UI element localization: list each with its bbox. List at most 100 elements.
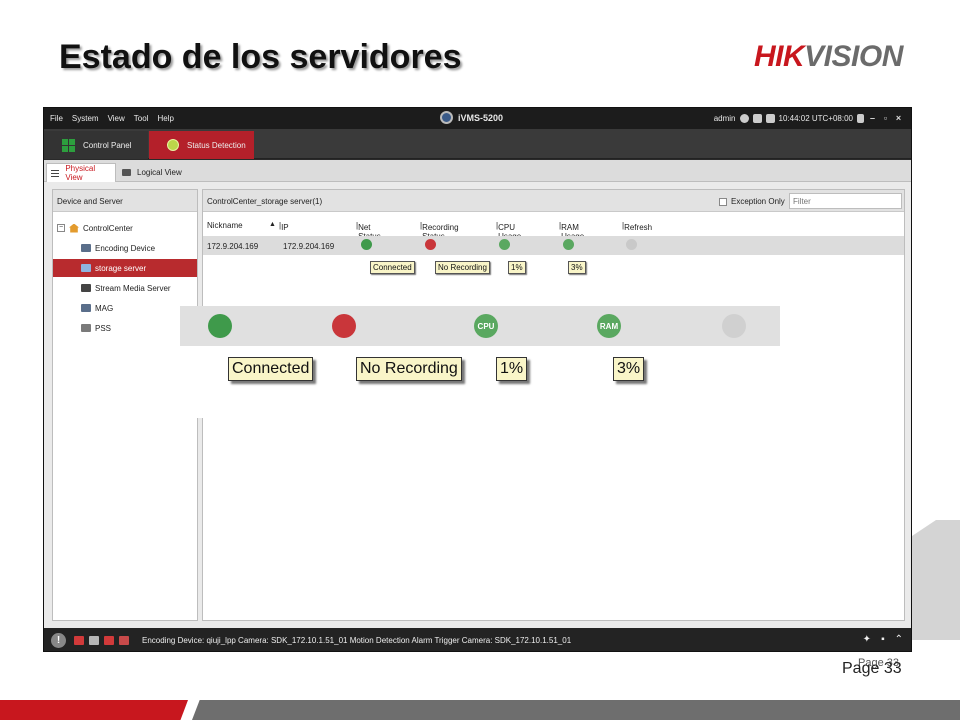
tab-physical-view[interactable]: Physical View — [46, 163, 116, 182]
tab-control-panel-label: Control Panel — [83, 140, 132, 150]
alarm-icon[interactable] — [74, 636, 84, 645]
tab-status-detection[interactable]: Status Detection — [149, 131, 254, 159]
stream-media-server-icon — [81, 284, 91, 292]
ivms-logo-icon — [440, 111, 453, 124]
tooltip-cpu: 1% — [508, 261, 526, 274]
exception-only-toggle[interactable]: Exception Only — [719, 197, 785, 206]
footer-bar-grey — [192, 700, 960, 720]
app-name: iVMS-5200 — [458, 112, 504, 123]
menu-bar: File System View Tool Help iVMS-5200 adm… — [44, 108, 911, 129]
globe-icon[interactable] — [739, 113, 749, 123]
table-header: Nickname ▲ | IP | Net Status | Recording… — [203, 219, 904, 241]
tab-physical-view-label: Physical View — [65, 164, 96, 182]
app-brand: iVMS-5200 — [440, 111, 503, 124]
refresh-icon[interactable] — [626, 239, 637, 250]
callout-cpu: 1% — [496, 357, 528, 381]
keyboard-icon[interactable] — [752, 113, 762, 123]
tree-item-pss[interactable]: PSS — [53, 319, 197, 337]
menu-tool[interactable]: Tool — [134, 114, 149, 123]
net-status-icon — [361, 239, 372, 250]
col-recording-status[interactable]: | Recording Status — [420, 221, 459, 241]
callout-no-recording: No Recording — [356, 357, 462, 381]
event-icon[interactable] — [119, 636, 129, 645]
tab-control-panel[interactable]: Control Panel — [44, 131, 148, 159]
status-message: Encoding Device: qiuji_lpp Camera: SDK_1… — [142, 636, 572, 645]
tab-logical-view[interactable]: Logical View — [118, 163, 188, 182]
tree-root-label: ControlCenter — [83, 223, 133, 233]
status-bar: ! Encoding Device: qiuji_lpp Camera: SDK… — [44, 628, 911, 651]
encoding-device-icon — [81, 244, 91, 252]
exception-only-label: Exception Only — [731, 197, 785, 206]
minimize-button[interactable]: – — [868, 113, 877, 123]
user-name[interactable]: admin — [714, 114, 736, 123]
status-detection-icon — [167, 139, 179, 151]
col-ip[interactable]: | IP — [279, 221, 289, 232]
filter-input[interactable] — [789, 193, 902, 209]
maximize-button[interactable]: ▫ — [881, 113, 890, 123]
clock-time: 10:44:02 UTC+08:00 — [778, 113, 854, 123]
menu-file[interactable]: File — [50, 114, 63, 123]
recording-status-icon — [425, 239, 436, 250]
recording-status-icon-large — [332, 314, 356, 338]
callout-ram: 3% — [613, 357, 645, 381]
tree-item-storage-server[interactable]: storage server — [53, 259, 197, 277]
alarm-warning-icon[interactable]: ! — [51, 633, 66, 648]
tree-item-encoding-device[interactable]: Encoding Device — [53, 239, 197, 257]
menu-view[interactable]: View — [108, 114, 125, 123]
status-bar-controls: ✦ ▪ ⌃ — [863, 634, 903, 645]
monitor-icon — [122, 169, 131, 176]
tree-item-label: Encoding Device — [95, 243, 156, 253]
tree-root-controlcenter[interactable]: − ControlCenter — [53, 219, 197, 237]
list-icon — [51, 169, 60, 177]
tooltip-ram: 3% — [568, 261, 586, 274]
expand-up-icon[interactable]: ⌃ — [895, 634, 903, 645]
server-list-title: ControlCenter_storage server(1) — [207, 197, 323, 206]
menu-system[interactable]: System — [72, 114, 99, 123]
lock-icon[interactable] — [857, 113, 864, 123]
col-refresh[interactable]: | Refresh — [622, 221, 652, 232]
tree-item-label: PSS — [95, 323, 112, 333]
ram-usage-icon-large: RAM — [597, 314, 621, 338]
col-net-status[interactable]: | Net Status — [356, 221, 381, 241]
cpu-usage-icon-large: CPU — [474, 314, 498, 338]
storage-server-icon — [81, 264, 91, 272]
sort-asc-icon[interactable]: ▲ — [269, 221, 276, 228]
logo-hik-text: HIK — [754, 40, 805, 73]
collapse-icon[interactable]: − — [57, 224, 65, 232]
tooltip-connected: Connected — [370, 261, 415, 274]
row-ip: 172.9.204.169 — [283, 242, 335, 251]
sound-icon[interactable] — [89, 636, 99, 645]
col-ram-usage[interactable]: | RAM Usage — [559, 221, 584, 241]
pin-icon[interactable]: ✦ — [863, 634, 871, 645]
network-icon[interactable] — [765, 113, 775, 123]
view-tab-bar: Physical View Logical View — [44, 160, 911, 182]
close-button[interactable]: × — [894, 113, 903, 123]
col-cpu-usage[interactable]: | CPU Usage — [496, 221, 521, 241]
tree-item-label: Stream Media Server — [95, 283, 171, 293]
pss-icon — [81, 324, 91, 332]
logo-vision-text: VISION — [804, 40, 903, 73]
exception-only-checkbox[interactable] — [719, 197, 727, 206]
tree-item-label: MAG — [95, 303, 114, 313]
col-nickname[interactable]: Nickname — [207, 221, 243, 230]
hikvision-logo: HIKVISION — [754, 40, 903, 74]
menu-list: File System View Tool Help — [50, 114, 174, 123]
device-tree-panel: Device and Server − ControlCenter Encodi… — [52, 189, 198, 621]
title-right-group: admin 10:44:02 UTC+08:00 – ▫ × — [714, 113, 903, 123]
mag-icon — [81, 304, 91, 312]
tab-status-detection-label: Status Detection — [187, 140, 246, 150]
slide-title: Estado de los servidores — [59, 38, 462, 76]
record-alarm-icon[interactable] — [104, 636, 114, 645]
tree-item-mag[interactable]: MAG — [53, 299, 197, 317]
zoom-callout: CPU RAM Connected No Recording 1% 3% — [180, 306, 780, 418]
cpu-usage-icon — [499, 239, 510, 250]
tree-item-label: storage server — [95, 263, 147, 273]
device-tree-header: Device and Server — [53, 190, 197, 212]
menu-help[interactable]: Help — [157, 114, 173, 123]
tree-item-stream-media-server[interactable]: Stream Media Server — [53, 279, 197, 297]
tooltip-no-recording: No Recording — [435, 261, 490, 274]
server-status-header: ControlCenter_storage server(1) Exceptio… — [203, 190, 904, 212]
ram-usage-icon — [563, 239, 574, 250]
footer-bar-red — [0, 700, 188, 720]
restore-icon[interactable]: ▪ — [881, 634, 885, 645]
